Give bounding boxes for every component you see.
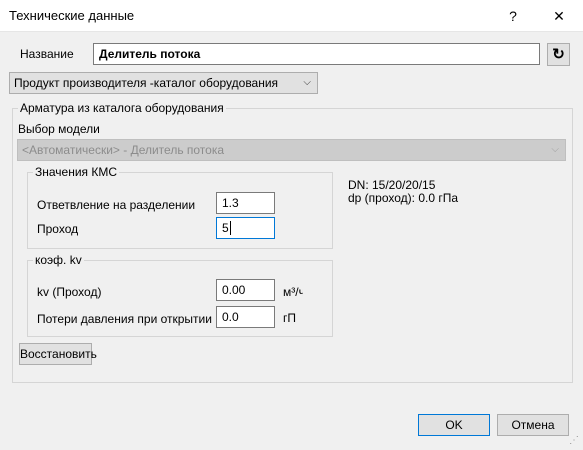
catalog-group-title: Арматура из каталога оборудования: [18, 101, 226, 115]
chevron-down-icon: ⌵: [551, 144, 559, 155]
kv-group-title: коэф. kv: [33, 253, 84, 267]
dn-info: DN: 15/20/20/15: [348, 178, 436, 192]
text-caret: [229, 221, 231, 235]
restore-button[interactable]: Восстановить: [19, 343, 97, 365]
ok-button[interactable]: OK: [418, 414, 490, 436]
name-input[interactable]: Делитель потока: [93, 43, 540, 65]
kv-unit: м³/ч: [283, 285, 303, 299]
model-select: <Автоматически> - Делитель потока ⌵: [17, 139, 566, 161]
kms-group-title: Значения КМС: [33, 165, 120, 179]
source-select-value: Продукт производителя -каталог оборудова…: [14, 76, 279, 90]
chevron-down-icon: ⌵: [303, 77, 311, 88]
pressure-loss-label: Потери давления при открытии: [37, 312, 212, 326]
window-title: Технические данные: [9, 8, 135, 23]
refresh-icon: ↻: [552, 46, 565, 63]
passage-label: Проход: [37, 222, 79, 236]
help-button[interactable]: ?: [498, 4, 528, 28]
close-button[interactable]: ✕: [544, 4, 574, 28]
pressure-unit: гП: [283, 311, 297, 325]
dp-info: dp (проход): 0.0 гПа: [348, 191, 459, 205]
pressure-loss-input[interactable]: 0.0: [216, 306, 275, 328]
cancel-button[interactable]: Отмена: [497, 414, 569, 436]
branch-split-input[interactable]: 1.3: [216, 192, 275, 214]
kv-passage-input[interactable]: 0.00: [216, 279, 275, 301]
refresh-button[interactable]: ↻: [547, 43, 570, 66]
passage-input[interactable]: 5: [216, 217, 275, 239]
name-label: Название: [20, 47, 74, 61]
branch-split-label: Ответвление на разделении: [37, 198, 196, 212]
source-select[interactable]: Продукт производителя -каталог оборудова…: [9, 72, 318, 94]
kv-passage-label: kv (Проход): [37, 285, 102, 299]
resize-grip-icon[interactable]: ⋰: [569, 436, 579, 446]
model-label: Выбор модели: [18, 122, 100, 136]
model-select-value: <Автоматически> - Делитель потока: [22, 143, 225, 157]
